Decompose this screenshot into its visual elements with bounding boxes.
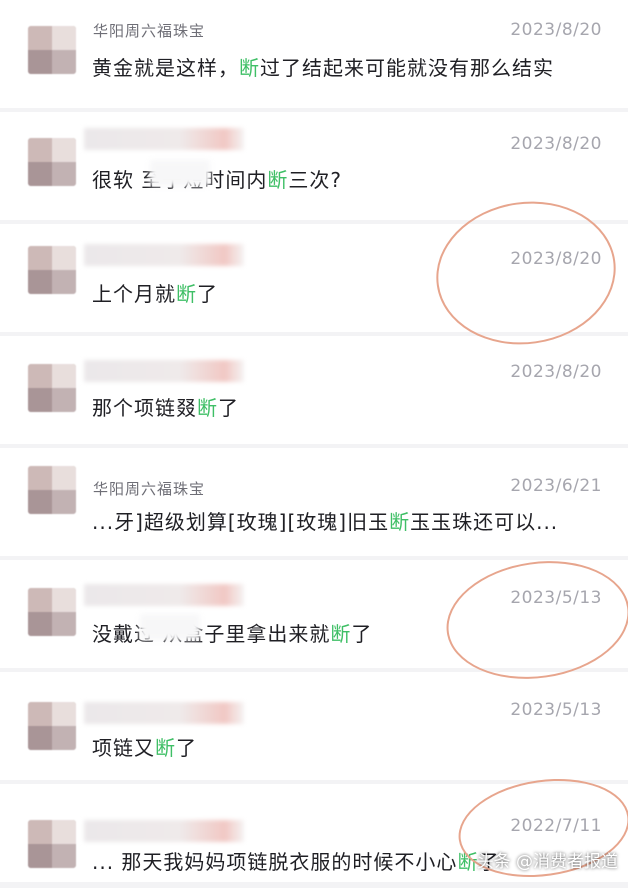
- comment-row[interactable]: 2023/8/20 那个项链叕断了: [0, 336, 628, 444]
- blurred-username: [84, 360, 244, 382]
- comment-date: 2023/8/20: [510, 20, 602, 40]
- avatar[interactable]: [28, 820, 76, 868]
- comment-date: 2023/6/21: [510, 476, 602, 496]
- avatar[interactable]: [28, 138, 76, 186]
- comment-date: 2023/8/20: [510, 134, 602, 154]
- blur-smudge: [150, 160, 210, 186]
- comment-row[interactable]: 华阳周六福珠宝 2023/8/20 黄金就是这样，断过了结起来可能就没有那么结实: [0, 0, 628, 108]
- comment-date: 2023/5/13: [510, 700, 602, 720]
- blurred-username: [84, 584, 244, 606]
- blurred-username: [84, 128, 244, 150]
- comment-row[interactable]: 华阳周六福珠宝 2023/6/21 ...牙]超级划算[玫瑰][玫瑰]旧玉断玉玉…: [0, 448, 628, 556]
- comment-date: 2023/8/20: [510, 362, 602, 382]
- shop-name: 华阳周六福珠宝: [93, 480, 206, 498]
- comment-text: 那个项链叕断了: [92, 396, 239, 420]
- watermark: 头条 @消费者报道: [476, 852, 618, 872]
- shop-name: 华阳周六福珠宝: [93, 22, 206, 40]
- avatar[interactable]: [28, 364, 76, 412]
- comment-list: 华阳周六福珠宝 2023/8/20 黄金就是这样，断过了结起来可能就没有那么结实…: [0, 0, 628, 882]
- avatar[interactable]: [28, 702, 76, 750]
- comment-text: ...牙]超级划算[玫瑰][玫瑰]旧玉断玉玉珠还可以...: [92, 510, 559, 534]
- blurred-username: [84, 820, 244, 842]
- blurred-username: [84, 702, 244, 724]
- comment-text: 项链又断了: [92, 736, 197, 760]
- comment-row[interactable]: 2023/5/13 项链又断了: [0, 672, 628, 780]
- avatar[interactable]: [28, 26, 76, 74]
- comment-text: 黄金就是这样，断过了结起来可能就没有那么结实: [92, 56, 554, 80]
- avatar[interactable]: [28, 588, 76, 636]
- blur-smudge: [140, 614, 200, 640]
- blurred-username: [84, 244, 244, 266]
- avatar[interactable]: [28, 466, 76, 514]
- avatar[interactable]: [28, 246, 76, 294]
